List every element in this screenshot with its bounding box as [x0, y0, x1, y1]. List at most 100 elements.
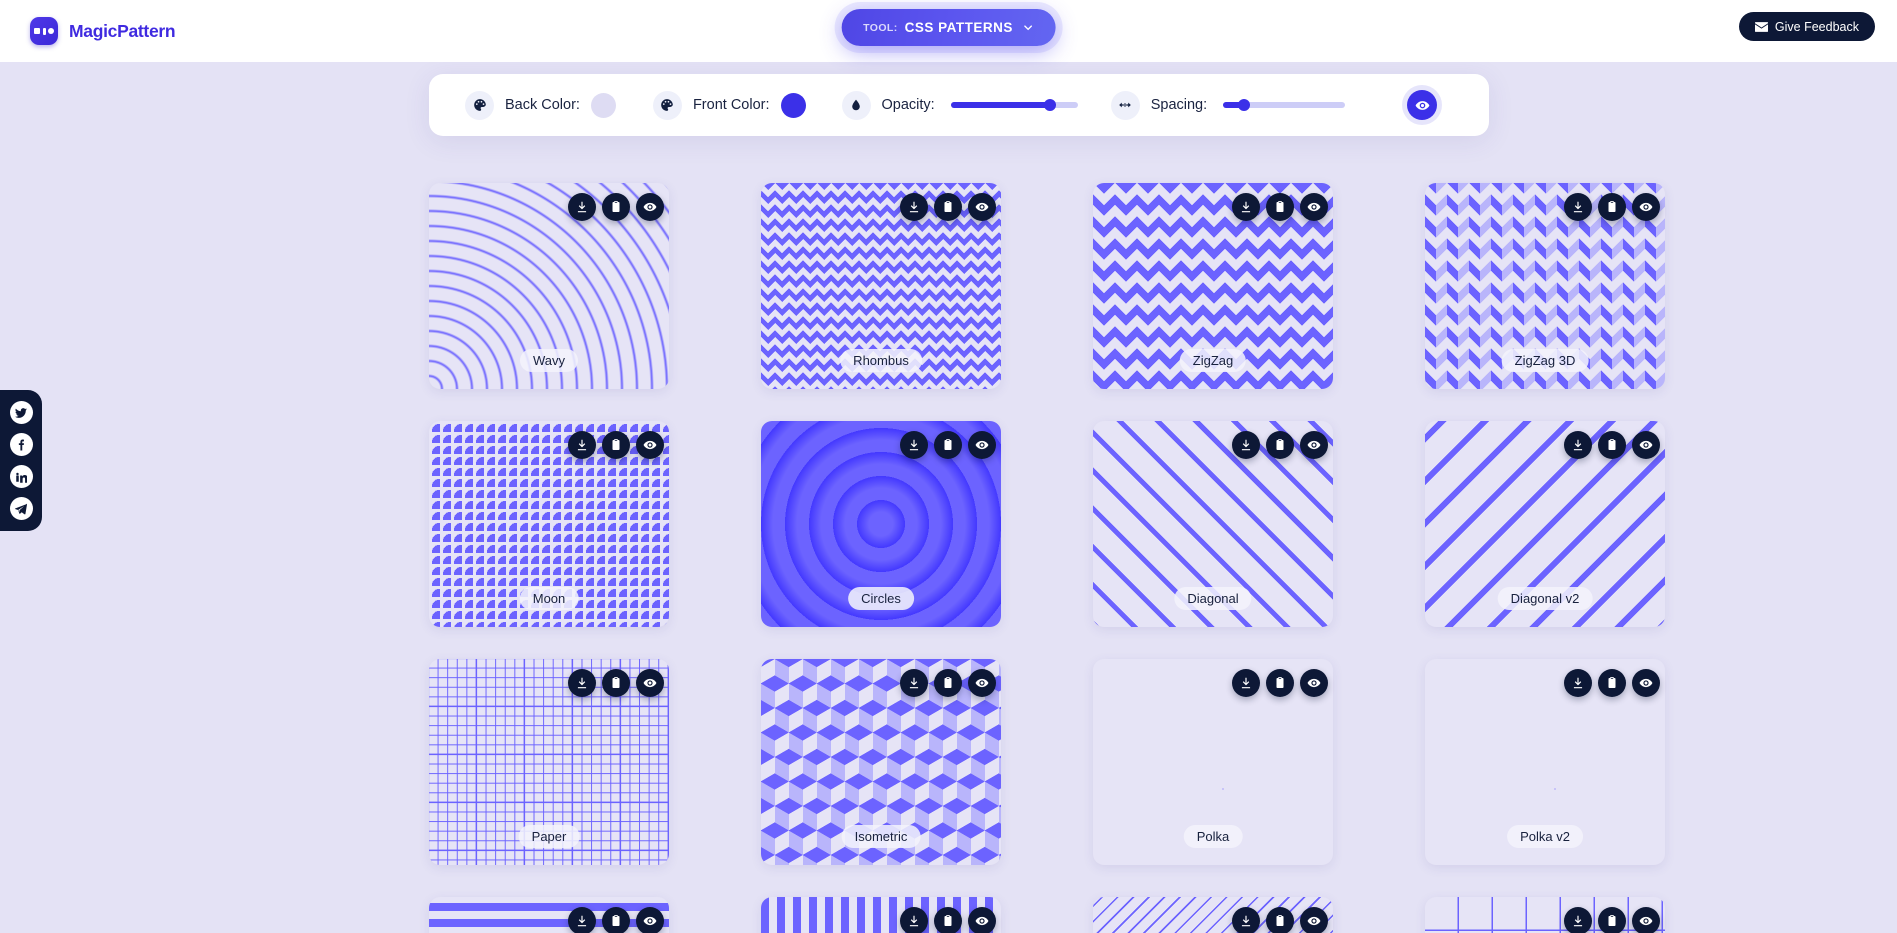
copy-css-button[interactable]	[602, 669, 630, 697]
app-header: MagicPattern TOOL: CSS PATTERNS Give Fee…	[0, 0, 1897, 62]
download-button[interactable]	[1564, 431, 1592, 459]
telegram-icon[interactable]	[9, 497, 33, 520]
copy-css-button[interactable]	[602, 431, 630, 459]
preview-button[interactable]	[968, 907, 996, 933]
copy-css-button[interactable]	[934, 431, 962, 459]
copy-css-button[interactable]	[602, 907, 630, 933]
download-button[interactable]	[1232, 669, 1260, 697]
pattern-card-actions	[1232, 431, 1328, 459]
pattern-card[interactable]: Isometric	[761, 659, 1001, 865]
download-button[interactable]	[900, 907, 928, 933]
copy-css-button[interactable]	[1598, 669, 1626, 697]
download-button[interactable]	[568, 907, 596, 933]
preview-button[interactable]	[968, 193, 996, 221]
pattern-card-actions	[1564, 431, 1660, 459]
give-feedback-button[interactable]: Give Feedback	[1738, 12, 1875, 41]
copy-css-button[interactable]	[934, 193, 962, 221]
preview-button[interactable]	[636, 431, 664, 459]
copy-css-button[interactable]	[1598, 907, 1626, 933]
pattern-card[interactable]: Polka	[1093, 659, 1333, 865]
copy-css-button[interactable]	[1598, 193, 1626, 221]
front-color-label: Front Color:	[692, 97, 770, 113]
pattern-card[interactable]	[1425, 897, 1665, 933]
preview-button[interactable]	[1300, 669, 1328, 697]
preview-button[interactable]	[1632, 669, 1660, 697]
download-button[interactable]	[1232, 907, 1260, 933]
preview-button[interactable]	[1300, 907, 1328, 933]
pattern-card-actions	[1564, 907, 1660, 933]
preview-button[interactable]	[636, 907, 664, 933]
linkedin-icon[interactable]	[9, 465, 33, 488]
copy-css-button[interactable]	[1266, 193, 1294, 221]
copy-css-button[interactable]	[1266, 907, 1294, 933]
preview-button[interactable]	[968, 669, 996, 697]
copy-css-button[interactable]	[1266, 669, 1294, 697]
download-button[interactable]	[900, 431, 928, 459]
spacing-slider[interactable]	[1223, 99, 1346, 111]
pattern-controls-bar: Back Color: Front Color: Opacity: Spacin…	[429, 74, 1489, 136]
preview-button[interactable]	[1300, 193, 1328, 221]
copy-css-button[interactable]	[1266, 431, 1294, 459]
pattern-name-badge: ZigZag 3D	[1501, 349, 1589, 372]
download-button[interactable]	[568, 431, 596, 459]
twitter-icon[interactable]	[9, 401, 33, 424]
facebook-icon[interactable]	[9, 433, 33, 456]
download-button[interactable]	[1232, 193, 1260, 221]
preview-button[interactable]	[1300, 431, 1328, 459]
front-color-swatch[interactable]	[780, 92, 806, 118]
pattern-card-actions	[568, 431, 664, 459]
download-button[interactable]	[568, 669, 596, 697]
pattern-card[interactable]: Diagonal	[1093, 421, 1333, 627]
opacity-slider[interactable]	[950, 99, 1078, 111]
pattern-card-actions	[568, 669, 664, 697]
preview-button[interactable]	[1632, 431, 1660, 459]
preview-button[interactable]	[968, 431, 996, 459]
pattern-card-actions	[1232, 669, 1328, 697]
magicpattern-logo-icon	[30, 17, 58, 45]
envelope-icon	[1754, 21, 1768, 32]
pattern-card-actions	[900, 907, 996, 933]
tool-selector-value: CSS PATTERNS	[904, 20, 1013, 35]
download-button[interactable]	[1232, 431, 1260, 459]
download-button[interactable]	[1564, 193, 1592, 221]
pattern-card[interactable]: ZigZag	[1093, 183, 1333, 389]
preview-button[interactable]	[636, 193, 664, 221]
palette-icon	[652, 90, 682, 120]
copy-css-button[interactable]	[934, 907, 962, 933]
pattern-name-badge: Rhombus	[840, 349, 922, 372]
download-button[interactable]	[568, 193, 596, 221]
download-button[interactable]	[900, 193, 928, 221]
preview-button[interactable]	[1632, 907, 1660, 933]
pattern-card[interactable]: Polka v2	[1425, 659, 1665, 865]
pattern-name-badge: ZigZag	[1179, 349, 1247, 372]
pattern-card[interactable]: Diagonal v2	[1425, 421, 1665, 627]
pattern-name-badge: Polka v2	[1507, 825, 1583, 848]
social-share-rail	[0, 390, 42, 531]
brand-name: MagicPattern	[69, 20, 176, 41]
download-button[interactable]	[1564, 669, 1592, 697]
brand-logo[interactable]: MagicPattern	[30, 17, 176, 45]
pattern-card[interactable]	[429, 897, 669, 933]
pattern-card[interactable]: Moon	[429, 421, 669, 627]
pattern-card-actions	[900, 431, 996, 459]
download-button[interactable]	[1564, 907, 1592, 933]
back-color-swatch[interactable]	[590, 92, 616, 118]
download-button[interactable]	[900, 669, 928, 697]
pattern-card[interactable]	[761, 897, 1001, 933]
pattern-card[interactable]: ZigZag 3D	[1425, 183, 1665, 389]
spacing-label: Spacing:	[1150, 97, 1208, 113]
copy-css-button[interactable]	[1598, 431, 1626, 459]
pattern-card-actions	[900, 669, 996, 697]
copy-css-button[interactable]	[934, 669, 962, 697]
tool-selector[interactable]: TOOL: CSS PATTERNS	[841, 9, 1056, 46]
pattern-card[interactable]: Circles	[761, 421, 1001, 627]
pattern-card-actions	[568, 907, 664, 933]
preview-button[interactable]	[636, 669, 664, 697]
pattern-card[interactable]: Rhombus	[761, 183, 1001, 389]
copy-css-button[interactable]	[602, 193, 630, 221]
pattern-card[interactable]: Wavy	[429, 183, 669, 389]
pattern-card[interactable]: Paper	[429, 659, 669, 865]
preview-button[interactable]	[1632, 193, 1660, 221]
preview-toggle-button[interactable]	[1407, 90, 1438, 120]
pattern-card[interactable]	[1093, 897, 1333, 933]
